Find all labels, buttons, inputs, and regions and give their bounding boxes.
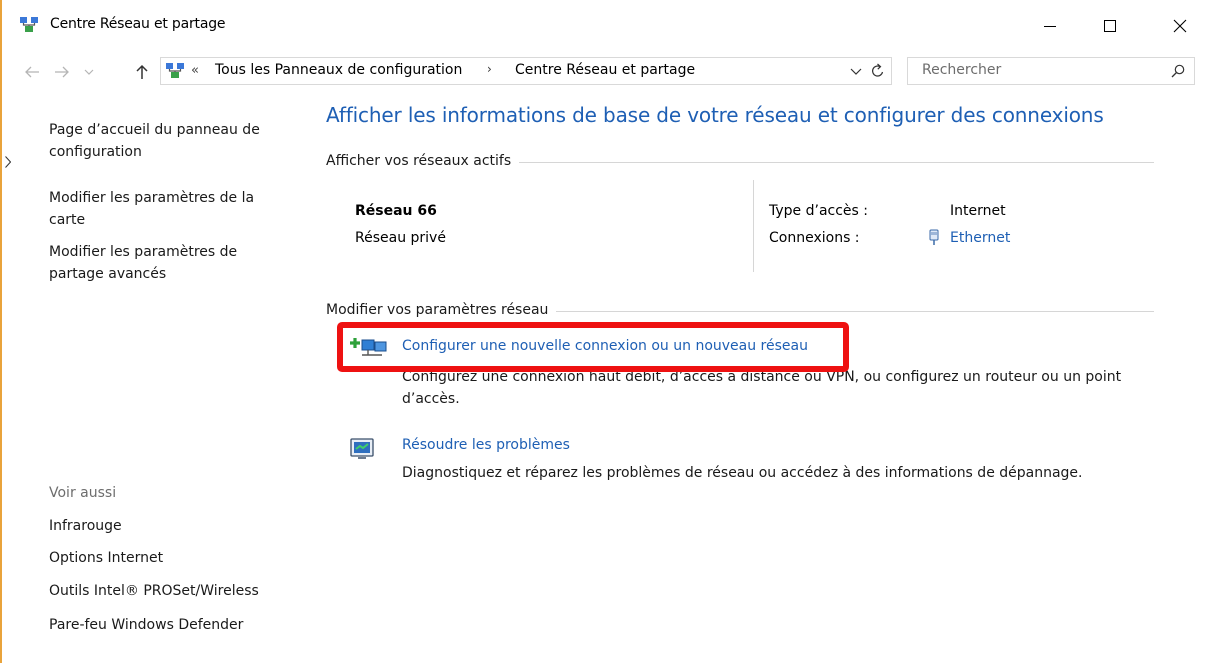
page-title: Afficher les informations de base de vot… [326,103,1104,127]
close-button[interactable] [1156,0,1204,52]
maximize-button[interactable] [1086,0,1134,52]
window-edge [0,0,2,663]
title-bar[interactable]: Centre Réseau et partage [0,0,1211,52]
highlight-box [337,322,849,372]
connections-label: Connexions : [769,230,860,246]
address-dropdown-icon[interactable] [847,61,865,81]
access-type-value: Internet [950,203,1006,219]
active-networks-heading: Afficher vos réseaux actifs [326,153,520,169]
minimize-button[interactable] [1026,0,1074,52]
network-center-icon [166,63,184,78]
breadcrumb-control-panel[interactable]: Tous les Panneaux de configuration [215,62,462,78]
internet-options-link[interactable]: Options Internet [49,547,163,569]
setup-new-connection-description: Configurez une connexion haut débit, d’a… [402,369,1122,407]
access-type-label: Type d’accès : [769,203,868,219]
network-category: Réseau privé [355,230,446,246]
search-icon[interactable] [1170,63,1186,79]
search-placeholder: Rechercher [922,62,1002,78]
troubleshoot-icon [350,438,374,459]
maximize-icon [1104,20,1116,32]
breadcrumb-network-center[interactable]: Centre Réseau et partage [515,62,695,78]
ethernet-icon [929,229,939,245]
search-box[interactable]: Rechercher [907,57,1195,85]
ethernet-connection-link[interactable]: Ethernet [950,230,1010,246]
control-panel-home-link[interactable]: Page d’accueil du panneau de configurati… [49,119,289,163]
network-center-icon [20,17,38,32]
change-adapter-settings-link[interactable]: Modifier les paramètres de la carte [49,187,289,231]
navigation-bar: « Tous les Panneaux de configuration › C… [0,57,1211,87]
troubleshoot-problems-link[interactable]: Résoudre les problèmes [402,437,570,453]
close-icon [1173,19,1187,33]
intel-proset-link[interactable]: Outils Intel® PROSet/Wireless [49,580,259,602]
network-name: Réseau 66 [355,203,437,219]
chevron-down-icon[interactable] [80,60,98,84]
breadcrumb-separator[interactable]: › [487,62,492,76]
change-settings-heading: Modifier vos paramètres réseau [326,302,557,318]
minimize-icon [1044,26,1056,27]
advanced-sharing-settings-link[interactable]: Modifier les paramètres de partage avanc… [49,241,289,285]
refresh-icon[interactable] [869,61,887,81]
up-arrow-icon[interactable] [130,60,154,84]
network-sharing-center-window: Centre Réseau et partage « Tous les Pann… [0,0,1211,663]
splitter-arrow-icon [5,156,11,168]
address-bar[interactable]: « Tous les Panneaux de configuration › C… [160,57,892,85]
infrared-link[interactable]: Infrarouge [49,515,122,537]
back-arrow-icon[interactable] [20,60,44,84]
forward-arrow-icon[interactable] [50,60,74,84]
network-info-divider [753,180,754,272]
window-title: Centre Réseau et partage [50,16,226,32]
see-also-heading: Voir aussi [49,485,117,501]
troubleshoot-description: Diagnostiquez et réparez les problèmes d… [402,465,1083,481]
breadcrumb-overflow[interactable]: « [191,63,199,78]
windows-defender-firewall-link[interactable]: Pare-feu Windows Defender [49,614,243,636]
